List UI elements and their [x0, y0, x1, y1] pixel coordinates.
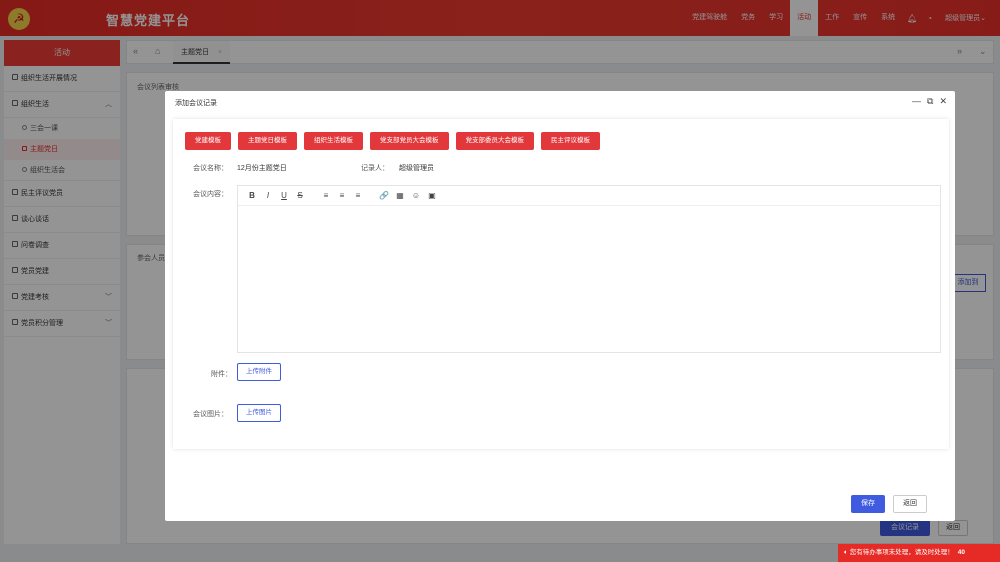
- image-icon[interactable]: ▣: [424, 191, 440, 200]
- template-committee-meeting-button[interactable]: 党支部委员大会模板: [455, 132, 534, 150]
- save-button[interactable]: 保存: [851, 495, 885, 513]
- bold-icon[interactable]: B: [244, 191, 260, 200]
- align-left-icon[interactable]: ≡: [318, 191, 334, 200]
- meeting-name-label: 会议名称：: [193, 165, 228, 172]
- italic-icon[interactable]: I: [260, 191, 276, 200]
- todo-notification[interactable]: 🔈︎ 您有待办事项未处理，请及时处理！ 40: [838, 544, 1000, 562]
- strikethrough-icon[interactable]: S: [292, 191, 308, 200]
- underline-icon[interactable]: U: [276, 191, 292, 200]
- editor-toolbar: B I U S ≡ ≡ ≡ 🔗 ▦ ☺ ▣: [238, 186, 940, 206]
- upload-photo-button[interactable]: 上传图片: [237, 404, 281, 422]
- maximize-icon[interactable]: ⧉: [927, 96, 933, 107]
- emoji-icon[interactable]: ☺: [408, 191, 424, 200]
- align-center-icon[interactable]: ≡: [334, 191, 350, 200]
- dialog-title: 添加会议记录: [175, 100, 217, 107]
- content-label: 会议内容：: [193, 191, 228, 198]
- template-buttons: 党建模板 主题党日模板 组织生活模板 党支部党员大会模板 党支部委员大会模板 民…: [185, 132, 600, 150]
- add-meeting-record-dialog: 添加会议记录 — ⧉ ✕ 党建模板 主题党日模板 组织生活模板 党支部党员大会模…: [165, 91, 955, 521]
- form-card: 党建模板 主题党日模板 组织生活模板 党支部党员大会模板 党支部委员大会模板 民…: [173, 119, 949, 449]
- meeting-name-value: 12月份主题党日: [237, 165, 287, 172]
- table-icon[interactable]: ▦: [392, 191, 408, 200]
- template-org-life-button[interactable]: 组织生活模板: [304, 132, 363, 150]
- upload-attachment-button[interactable]: 上传附件: [237, 363, 281, 381]
- notification-count: 40: [957, 549, 965, 556]
- attachment-label: 附件：: [211, 371, 232, 378]
- align-right-icon[interactable]: ≡: [350, 191, 366, 200]
- template-party-button[interactable]: 党建模板: [185, 132, 231, 150]
- minimize-icon[interactable]: —: [912, 96, 921, 107]
- back-button[interactable]: 返回: [893, 495, 927, 513]
- template-theme-day-button[interactable]: 主题党日模板: [238, 132, 297, 150]
- notification-text: 您有待办事项未处理，请及时处理！: [849, 549, 954, 556]
- rich-text-editor[interactable]: B I U S ≡ ≡ ≡ 🔗 ▦ ☺ ▣: [237, 185, 941, 353]
- link-icon[interactable]: 🔗: [376, 191, 392, 200]
- photo-label: 会议图片：: [193, 411, 228, 418]
- dialog-footer: 保存 返回: [165, 491, 955, 521]
- template-member-meeting-button[interactable]: 党支部党员大会模板: [370, 132, 449, 150]
- recorder-label: 记录人：: [361, 165, 389, 172]
- close-icon[interactable]: ✕: [939, 96, 947, 107]
- template-democratic-review-button[interactable]: 民主评议模板: [541, 132, 600, 150]
- recorder-value: 超级管理员: [399, 165, 434, 172]
